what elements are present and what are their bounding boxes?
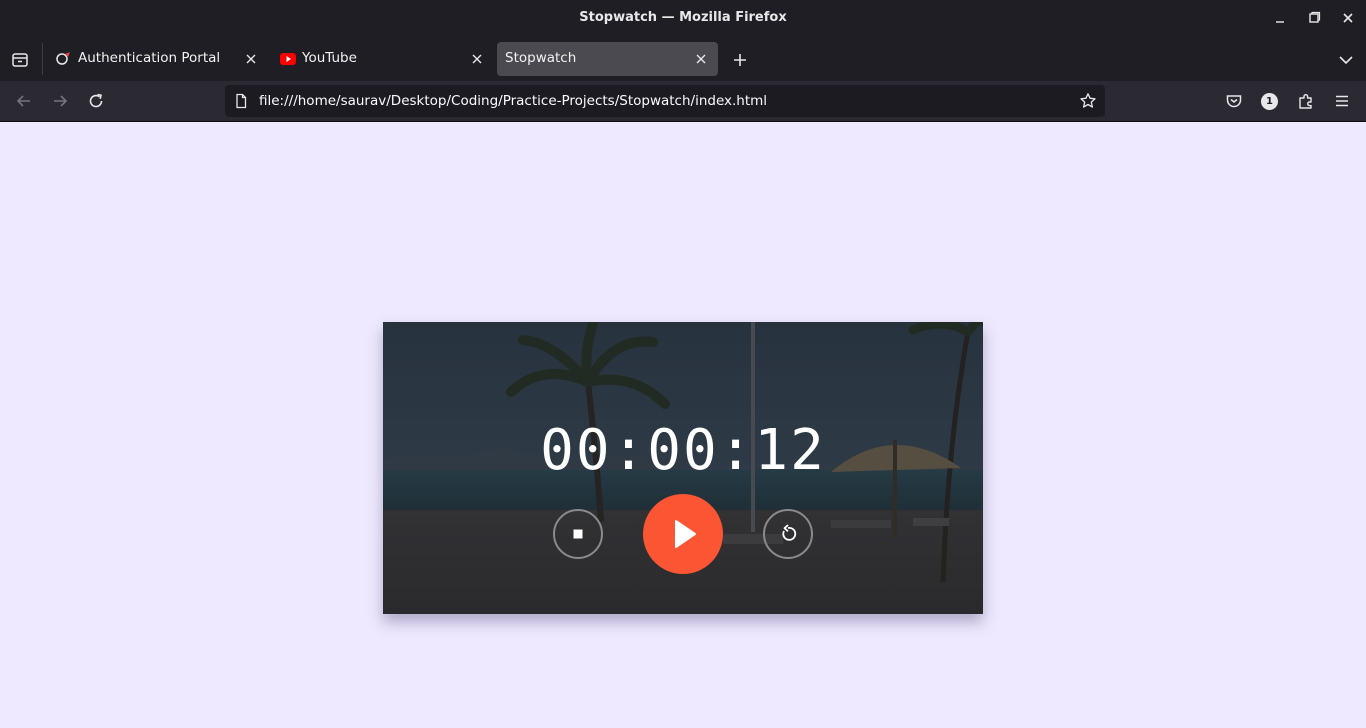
pocket-icon[interactable]: [1224, 91, 1244, 111]
list-all-tabs-chevron-down-icon[interactable]: [1336, 50, 1356, 70]
maximize-icon[interactable]: [1304, 8, 1324, 28]
minimize-icon[interactable]: [1270, 8, 1290, 28]
play-triangle-icon: [675, 520, 696, 548]
forward-arrow-icon[interactable]: [50, 91, 70, 111]
address-bar[interactable]: file:///home/saurav/Desktop/Coding/Pract…: [225, 85, 1105, 117]
back-arrow-icon[interactable]: [14, 91, 34, 111]
page-content: 00:00:12: [0, 122, 1366, 728]
tab-strip: Authentication Portal YouTube Stopwatch: [0, 37, 1366, 81]
tab-label: Stopwatch: [505, 50, 577, 66]
tab-youtube[interactable]: YouTube: [272, 42, 494, 76]
account-badge-icon[interactable]: 1: [1261, 93, 1278, 110]
reset-button[interactable]: [763, 509, 813, 559]
reset-rotate-icon: [782, 524, 797, 541]
close-tab-icon[interactable]: [468, 50, 486, 68]
play-button[interactable]: [643, 494, 723, 574]
url-text: file:///home/saurav/Desktop/Coding/Pract…: [259, 93, 768, 109]
stopwatch-card: 00:00:12: [383, 322, 983, 614]
close-tab-icon[interactable]: [242, 50, 260, 68]
navigation-toolbar: file:///home/saurav/Desktop/Coding/Pract…: [0, 81, 1366, 122]
bookmark-star-icon[interactable]: [1079, 92, 1097, 110]
extensions-puzzle-icon[interactable]: [1296, 91, 1316, 111]
tab-divider: [42, 43, 43, 75]
shield-logo-icon: [56, 52, 70, 65]
stop-square-icon: [573, 529, 583, 539]
close-tab-icon[interactable]: [692, 50, 710, 68]
tab-manager-icon[interactable]: [10, 50, 30, 70]
stopwatch-time-display: 00:00:12: [540, 418, 826, 483]
page-document-icon: [236, 93, 247, 109]
close-window-icon[interactable]: [1338, 8, 1358, 28]
tab-stopwatch[interactable]: Stopwatch: [497, 42, 718, 76]
new-tab-plus-icon[interactable]: [730, 50, 750, 70]
tab-authentication-portal[interactable]: Authentication Portal: [46, 42, 268, 76]
stop-button[interactable]: [553, 509, 603, 559]
tab-label: YouTube: [302, 50, 357, 66]
window-titlebar: Stopwatch — Mozilla Firefox: [0, 0, 1366, 37]
hamburger-menu-icon[interactable]: [1332, 91, 1352, 111]
window-title: Stopwatch — Mozilla Firefox: [579, 10, 787, 25]
youtube-logo-icon: [280, 53, 296, 65]
tab-label: Authentication Portal: [78, 50, 221, 66]
reload-icon[interactable]: [86, 91, 106, 111]
